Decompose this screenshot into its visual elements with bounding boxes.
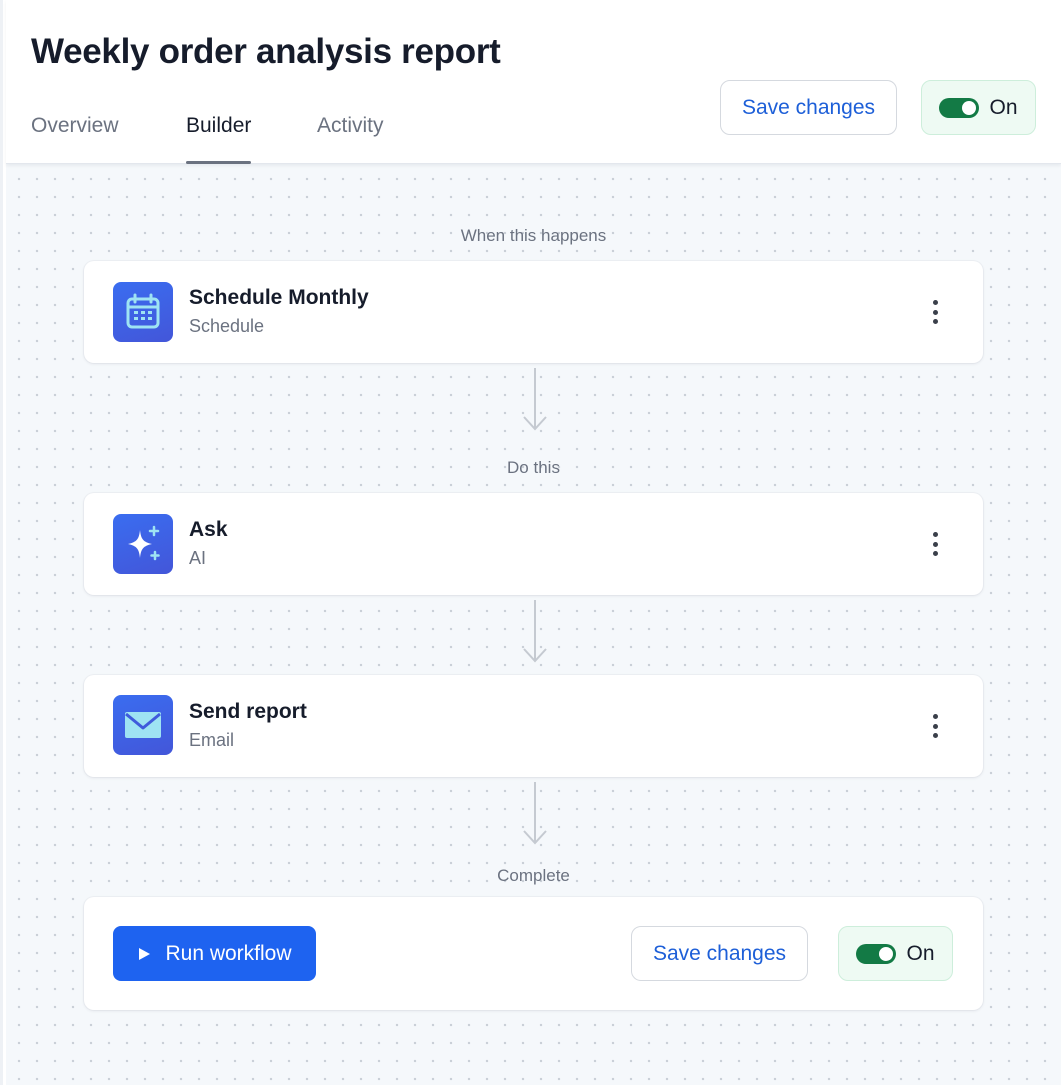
step-card-ask[interactable]: Ask AI	[84, 493, 983, 595]
complete-card: Run workflow Save changes On	[84, 897, 983, 1010]
workflow-enabled-toggle[interactable]: On	[838, 926, 953, 981]
step-subtitle: Schedule	[189, 316, 265, 336]
toggle-label: On	[906, 941, 935, 965]
envelope-icon	[113, 695, 173, 755]
workflow-enabled-toggle[interactable]: On	[921, 80, 1036, 135]
tab-activity[interactable]: Activity	[317, 112, 384, 164]
step-title: Schedule Monthly	[189, 286, 369, 309]
step-card-send-report[interactable]: Send report Email	[84, 675, 983, 777]
toggle-switch-icon	[939, 97, 980, 118]
calendar-icon	[113, 282, 173, 342]
more-options-icon[interactable]	[925, 297, 945, 327]
arrow-down-icon	[523, 600, 547, 663]
page-title: Weekly order analysis report	[31, 32, 501, 71]
step-subtitle: AI	[189, 548, 207, 568]
page-header: Weekly order analysis report Overview Bu…	[6, 0, 1061, 164]
app-frame: Weekly order analysis report Overview Bu…	[0, 0, 1061, 1085]
more-options-icon[interactable]	[925, 529, 945, 559]
save-changes-button[interactable]: Save changes	[720, 80, 897, 135]
save-changes-label: Save changes	[741, 95, 876, 119]
sparkle-icon	[113, 514, 173, 574]
tab-overview[interactable]: Overview	[31, 112, 119, 164]
save-changes-label: Save changes	[652, 941, 787, 965]
save-changes-button[interactable]: Save changes	[631, 926, 808, 981]
tab-builder[interactable]: Builder	[186, 112, 252, 164]
arrow-down-icon	[523, 782, 547, 845]
complete-section-label: Complete	[497, 866, 570, 885]
trigger-section-label: When this happens	[460, 226, 607, 245]
play-icon	[139, 947, 151, 960]
arrow-down-icon	[523, 368, 547, 431]
run-workflow-label: Run workflow	[165, 941, 292, 965]
step-subtitle: Email	[189, 730, 235, 750]
toggle-label: On	[989, 95, 1018, 119]
action-section-label: Do this	[507, 458, 560, 477]
step-title: Send report	[189, 700, 307, 723]
step-card-schedule[interactable]: Schedule Monthly Schedule	[84, 261, 983, 363]
run-workflow-button[interactable]: Run workflow	[113, 926, 316, 981]
builder-canvas: When this happens Schedule Monthly Sched…	[6, 164, 1061, 1085]
more-options-icon[interactable]	[925, 711, 945, 741]
step-title: Ask	[189, 518, 228, 541]
toggle-switch-icon	[856, 943, 897, 964]
